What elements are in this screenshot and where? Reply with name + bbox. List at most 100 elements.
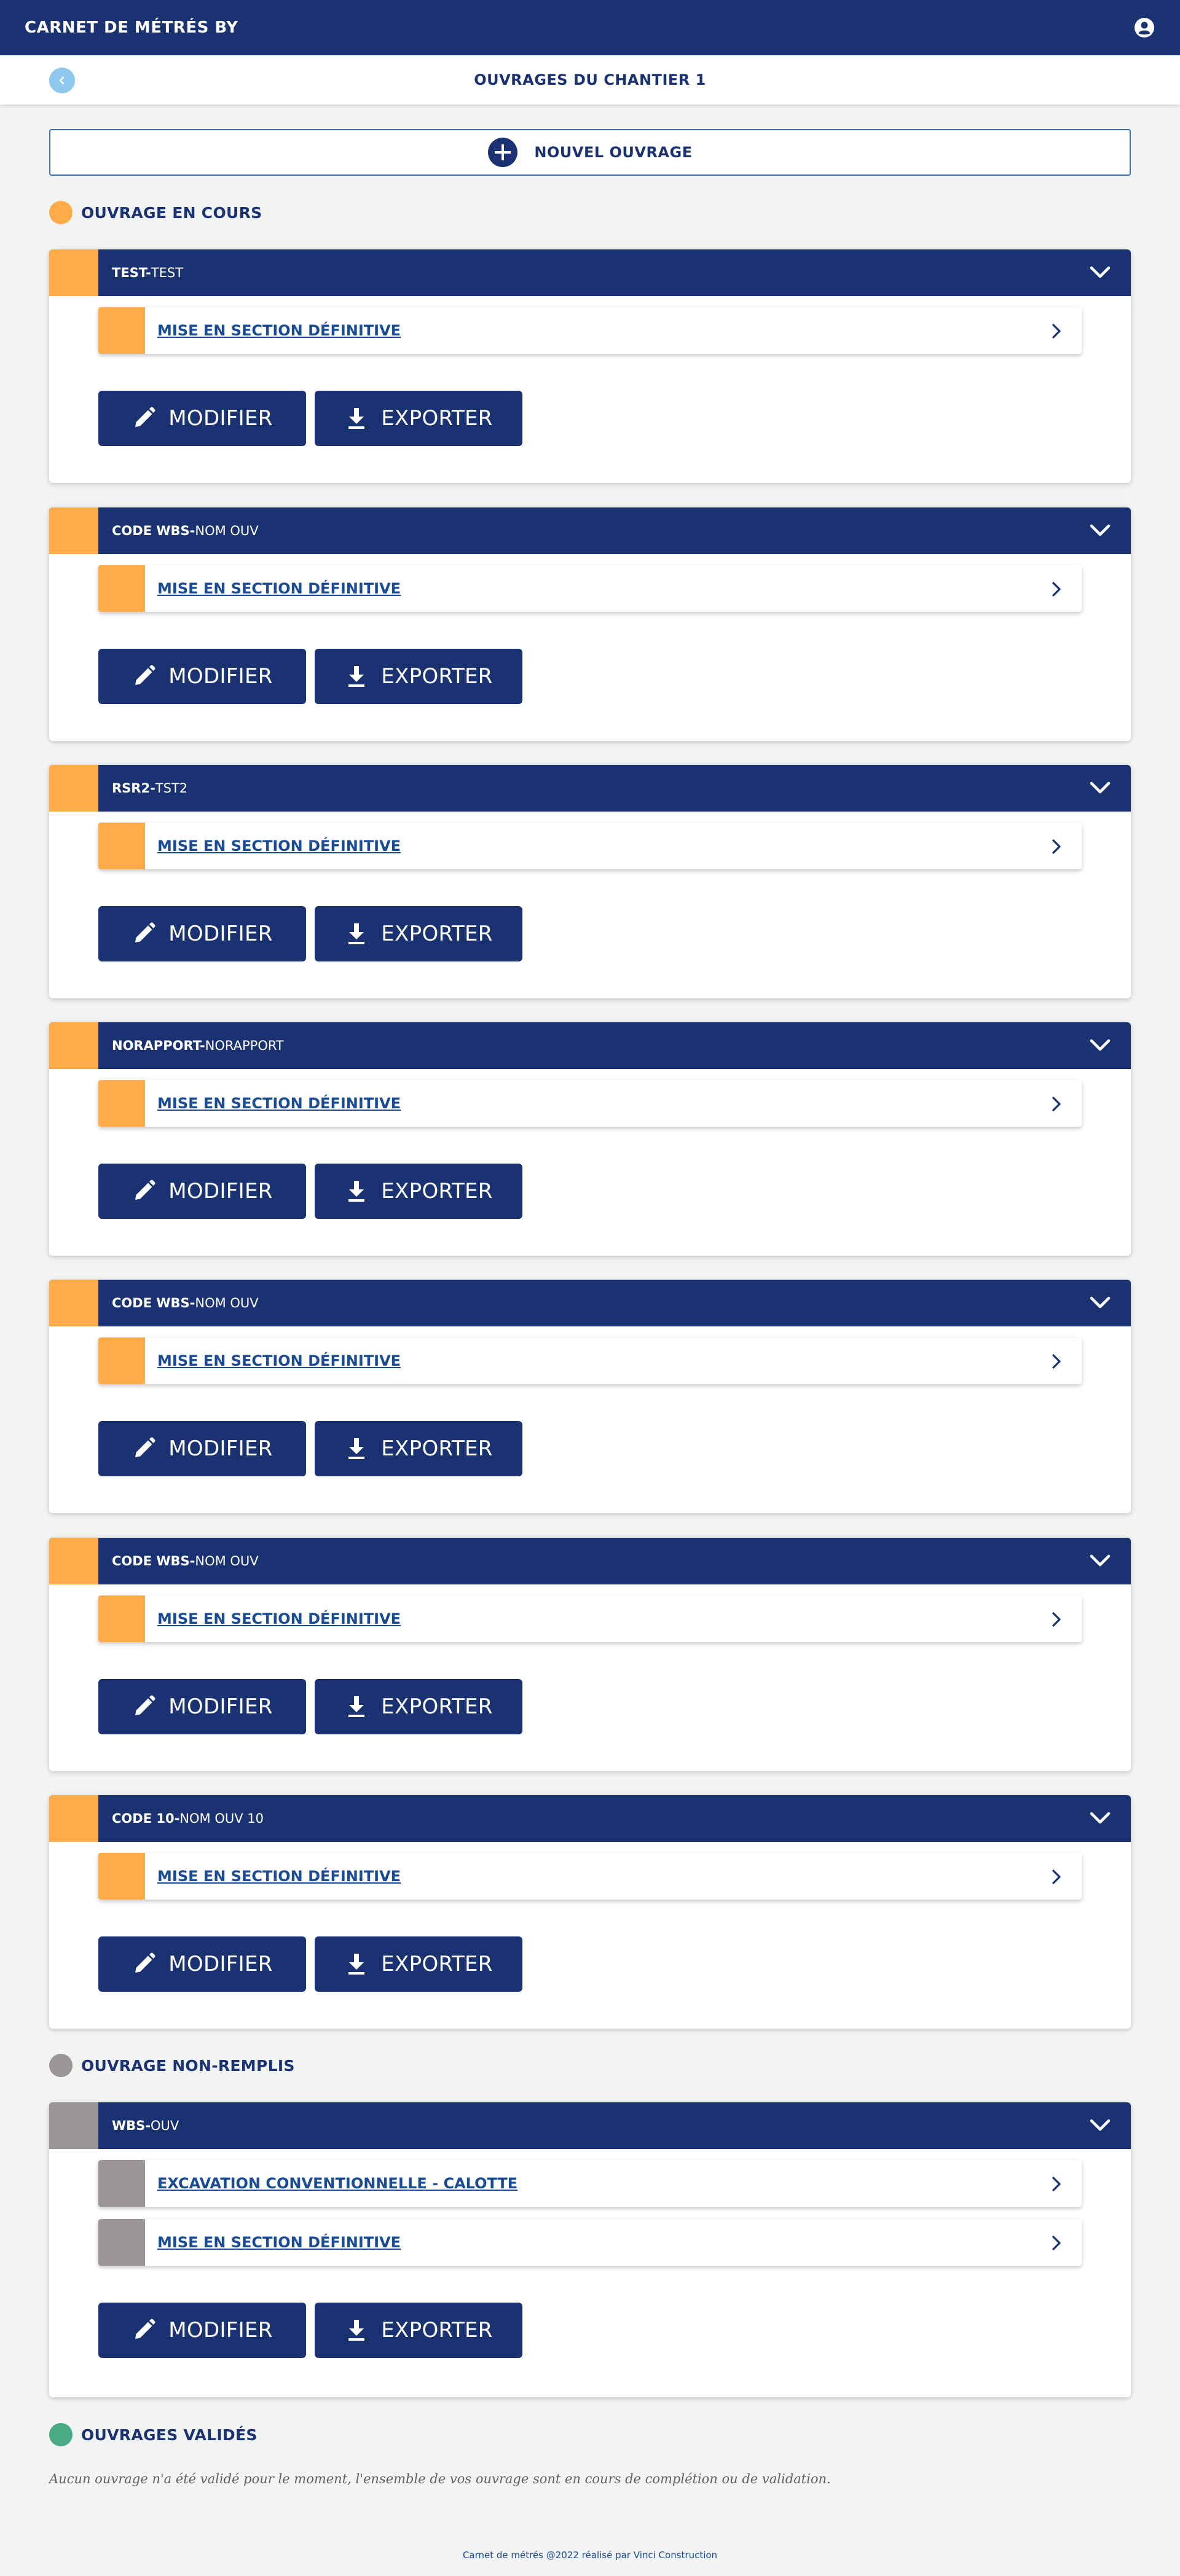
modify-label: MODIFIER [168,922,273,946]
export-button[interactable]: EXPORTER [315,1936,522,1992]
card-code: RSR2 [112,781,151,796]
modify-button[interactable]: MODIFIER [98,1679,306,1734]
card-status-block [49,1022,98,1069]
modify-button[interactable]: MODIFIER [98,906,306,961]
card-title: CODE WBS-NOM OUV [112,1296,259,1310]
export-button[interactable]: EXPORTER [315,1421,522,1476]
card-status-block [49,249,98,296]
step-row[interactable]: MISE EN SECTION DÉFINITIVE [98,1080,1082,1127]
step-status-block [98,1337,145,1384]
step-row[interactable]: MISE EN SECTION DÉFINITIVE [98,1337,1082,1384]
card-code: CODE 10 [112,1811,175,1826]
card-code: NORAPPORT [112,1038,200,1053]
step-link[interactable]: MISE EN SECTION DÉFINITIVE [157,837,401,855]
card-separator: - [145,2118,151,2133]
step-row[interactable]: MISE EN SECTION DÉFINITIVE [98,823,1082,869]
modify-button[interactable]: MODIFIER [98,649,306,704]
export-button[interactable]: EXPORTER [315,1164,522,1219]
chevron-right-icon [1052,582,1061,597]
chevron-right-icon [1052,839,1061,854]
ouvrage-card: CODE WBS-NOM OUV MISE EN SECTION DÉFINIT… [49,1280,1131,1513]
ouvrage-card: RSR2-TST2 MISE EN SECTION DÉFINITIVE MOD… [49,765,1131,998]
ouvrage-card: CODE 10-NOM OUV 10 MISE EN SECTION DÉFIN… [49,1795,1131,2029]
export-button[interactable]: EXPORTER [315,391,522,446]
card-name: NOM OUV [195,1296,259,1310]
modify-button[interactable]: MODIFIER [98,2303,306,2358]
section-title-label: OUVRAGES VALIDÉS [81,2425,258,2444]
modify-label: MODIFIER [168,2318,273,2343]
chevron-down-icon[interactable] [1088,778,1112,798]
modify-label: MODIFIER [168,1952,273,1976]
export-label: EXPORTER [381,1436,493,1461]
chevron-down-icon[interactable] [1088,1036,1112,1055]
export-label: EXPORTER [381,1179,493,1204]
page-title: OUVRAGES DU CHANTIER 1 [474,71,706,88]
pencil-icon [135,1180,155,1200]
modify-button[interactable]: MODIFIER [98,1936,306,1992]
step-link[interactable]: MISE EN SECTION DÉFINITIVE [157,580,401,597]
export-button[interactable]: EXPORTER [315,1679,522,1734]
card-title: RSR2-TST2 [112,781,187,796]
card-title: CODE WBS-NOM OUV [112,1554,259,1568]
step-status-block [98,307,145,354]
card-status-block [49,2102,98,2149]
step-row[interactable]: MISE EN SECTION DÉFINITIVE [98,1853,1082,1900]
step-row[interactable]: MISE EN SECTION DÉFINITIVE [98,1595,1082,1642]
export-button[interactable]: EXPORTER [315,906,522,961]
step-link[interactable]: MISE EN SECTION DÉFINITIVE [157,1868,401,1885]
step-row[interactable]: EXCAVATION CONVENTIONNELLE - CALOTTE [98,2160,1082,2207]
new-ouvrage-label: NOUVEL OUVRAGE [534,144,693,161]
step-row[interactable]: MISE EN SECTION DÉFINITIVE [98,307,1082,354]
chevron-down-icon[interactable] [1088,521,1112,541]
step-status-block [98,1080,145,1127]
new-ouvrage-button[interactable]: NOUVEL OUVRAGE [49,129,1131,176]
chevron-down-icon[interactable] [1088,2116,1112,2136]
card-header[interactable]: NORAPPORT-NORAPPORT [49,1022,1131,1069]
modify-button[interactable]: MODIFIER [98,391,306,446]
chevron-down-icon[interactable] [1088,1809,1112,1828]
card-actions: MODIFIER EXPORTER [98,2303,1131,2358]
back-button[interactable] [49,68,75,93]
export-button[interactable]: EXPORTER [315,649,522,704]
chevron-down-icon[interactable] [1088,263,1112,283]
step-row[interactable]: MISE EN SECTION DÉFINITIVE [98,2219,1082,2266]
card-name: NOM OUV [195,523,259,538]
card-header[interactable]: CODE WBS-NOM OUV [49,1538,1131,1584]
card-status-block [49,1280,98,1326]
step-link[interactable]: MISE EN SECTION DÉFINITIVE [157,322,401,339]
modify-button[interactable]: MODIFIER [98,1164,306,1219]
card-actions: MODIFIER EXPORTER [98,1164,1131,1219]
export-label: EXPORTER [381,2318,493,2343]
card-header[interactable]: WBS-OUV [49,2102,1131,2149]
card-header[interactable]: TEST-TEST [49,249,1131,296]
section-title-label: OUVRAGE NON-REMPLIS [81,2056,295,2075]
card-name: NORAPPORT [205,1038,284,1053]
account-icon[interactable] [1133,17,1155,39]
step-link[interactable]: MISE EN SECTION DÉFINITIVE [157,1352,401,1369]
footer: Carnet de métrés @2022 réalisé par Vinci… [462,2550,718,2561]
card-header[interactable]: RSR2-TST2 [49,765,1131,812]
step-link[interactable]: EXCAVATION CONVENTIONNELLE - CALOTTE [157,2175,517,2192]
card-header[interactable]: CODE WBS-NOM OUV [49,507,1131,554]
card-header[interactable]: CODE 10-NOM OUV 10 [49,1795,1131,1842]
export-button[interactable]: EXPORTER [315,2303,522,2358]
card-title: CODE WBS-NOM OUV [112,523,259,538]
card-header[interactable]: CODE WBS-NOM OUV [49,1280,1131,1326]
step-row[interactable]: MISE EN SECTION DÉFINITIVE [98,565,1082,612]
card-status-block [49,507,98,554]
pencil-icon [135,922,155,942]
card-actions: MODIFIER EXPORTER [98,1679,1131,1734]
card-separator: - [174,1811,180,1826]
modify-button[interactable]: MODIFIER [98,1421,306,1476]
step-link[interactable]: MISE EN SECTION DÉFINITIVE [157,1095,401,1112]
status-dot-validated [49,2423,73,2446]
pencil-icon [135,2319,155,2339]
steps-list: MISE EN SECTION DÉFINITIVE [49,812,1131,869]
pencil-icon [135,407,155,427]
step-status-block [98,1595,145,1642]
chevron-down-icon[interactable] [1088,1551,1112,1571]
step-link[interactable]: MISE EN SECTION DÉFINITIVE [157,2234,401,2251]
export-label: EXPORTER [381,664,493,689]
chevron-down-icon[interactable] [1088,1293,1112,1313]
step-link[interactable]: MISE EN SECTION DÉFINITIVE [157,1610,401,1627]
